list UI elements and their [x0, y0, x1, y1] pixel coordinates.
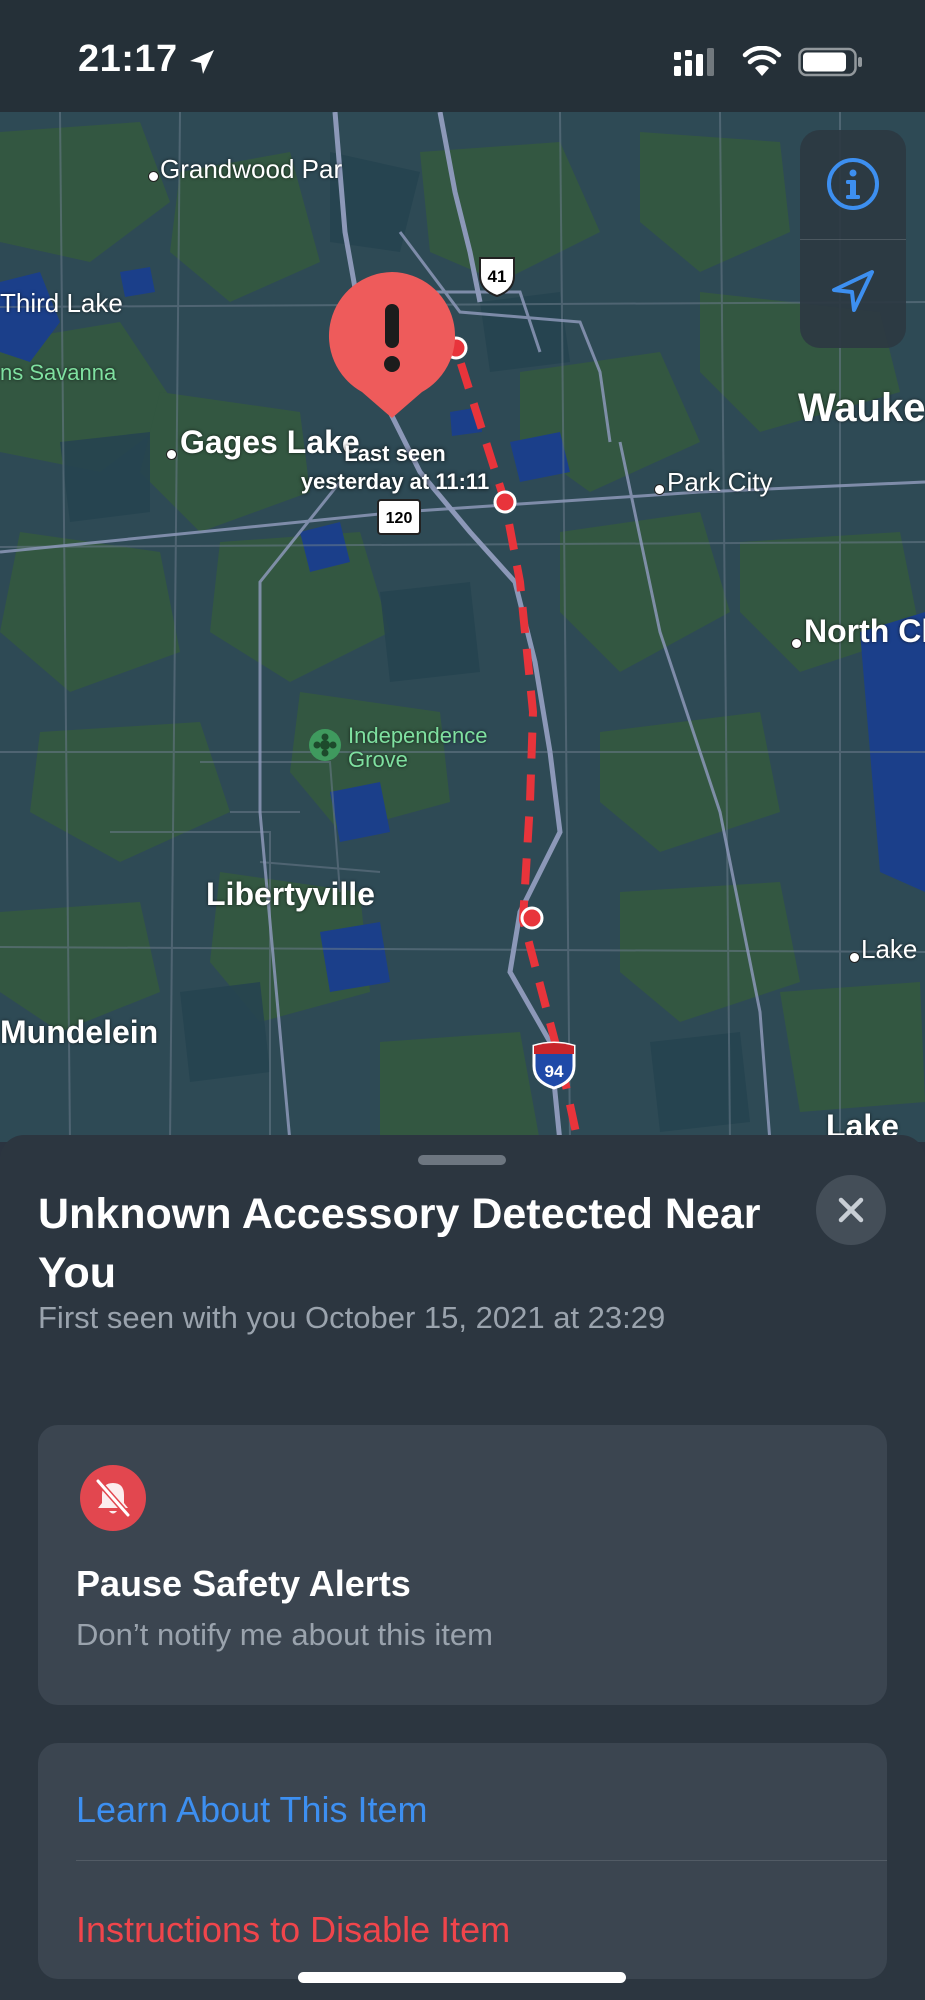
wifi-icon [742, 46, 782, 76]
links-divider [76, 1860, 887, 1861]
label-lake-east: Lake [861, 934, 918, 964]
status-bar: 21:17 [0, 0, 925, 112]
label-savanna: ns Savanna [0, 360, 117, 385]
us-41-label: 41 [488, 267, 507, 286]
label-north-chicago: North Ch [804, 613, 925, 649]
pause-safety-alerts-subtitle: Don’t notify me about this item [76, 1617, 493, 1652]
map-view[interactable]: 41 120 94 Grandwood Par Third Lake ns Sa… [0, 112, 925, 1142]
i-94-label: 94 [545, 1062, 564, 1081]
bell-icon-badge [80, 1465, 146, 1531]
controls-divider [800, 239, 906, 240]
i-94-shield: 94 [532, 1041, 576, 1090]
bell-slash-icon [95, 1478, 131, 1518]
label-libertyville: Libertyville [206, 876, 375, 912]
park-icon [309, 729, 341, 761]
sheet-grabber[interactable] [418, 1155, 506, 1165]
close-button[interactable] [816, 1175, 886, 1245]
cellular-signal-icon [674, 48, 714, 76]
label-independence-grove: Independence Grove [348, 723, 488, 772]
disable-instructions-link[interactable]: Instructions to Disable Item [76, 1909, 510, 1951]
label-mundelein: Mundelein [0, 1014, 159, 1050]
place-dot [148, 171, 159, 182]
il-120-shield: 120 [377, 499, 421, 535]
label-third-lake: Third Lake [0, 288, 123, 318]
accessory-detail-sheet: Unknown Accessory Detected Near You Firs… [0, 1135, 925, 2000]
item-links-card: Learn About This Item Instructions to Di… [38, 1743, 887, 1979]
place-dot [654, 484, 665, 495]
place-dot [791, 638, 802, 649]
location-arrow-icon [190, 50, 214, 74]
location-arrow-icon[interactable] [828, 266, 878, 316]
us-41-shield: 41 [479, 257, 515, 298]
map-controls [800, 130, 906, 348]
home-indicator[interactable] [298, 1972, 626, 1983]
place-dot [166, 449, 177, 460]
label-grandwood-park: Grandwood Par [160, 154, 343, 184]
status-time: 21:17 [78, 38, 178, 80]
battery-icon [798, 47, 862, 77]
sheet-subtitle: First seen with you October 15, 2021 at … [38, 1300, 666, 1335]
last-seen-label: Last seen yesterday at 11:11 [300, 441, 490, 494]
pause-safety-alerts-card[interactable]: Pause Safety Alerts Don’t notify me abou… [38, 1425, 887, 1705]
label-park-city: Park City [667, 467, 773, 497]
pause-safety-alerts-title: Pause Safety Alerts [76, 1563, 411, 1604]
place-dot [849, 952, 860, 963]
sheet-title: Unknown Accessory Detected Near You [38, 1190, 761, 1297]
close-icon [838, 1197, 864, 1223]
map-base-layer [0, 112, 925, 1142]
il-120-label: 120 [386, 510, 413, 527]
label-waukegan: Wauke [798, 386, 925, 430]
info-icon[interactable] [825, 156, 881, 212]
learn-about-item-link[interactable]: Learn About This Item [76, 1789, 428, 1831]
unknown-accessory-pin[interactable] [326, 270, 458, 420]
